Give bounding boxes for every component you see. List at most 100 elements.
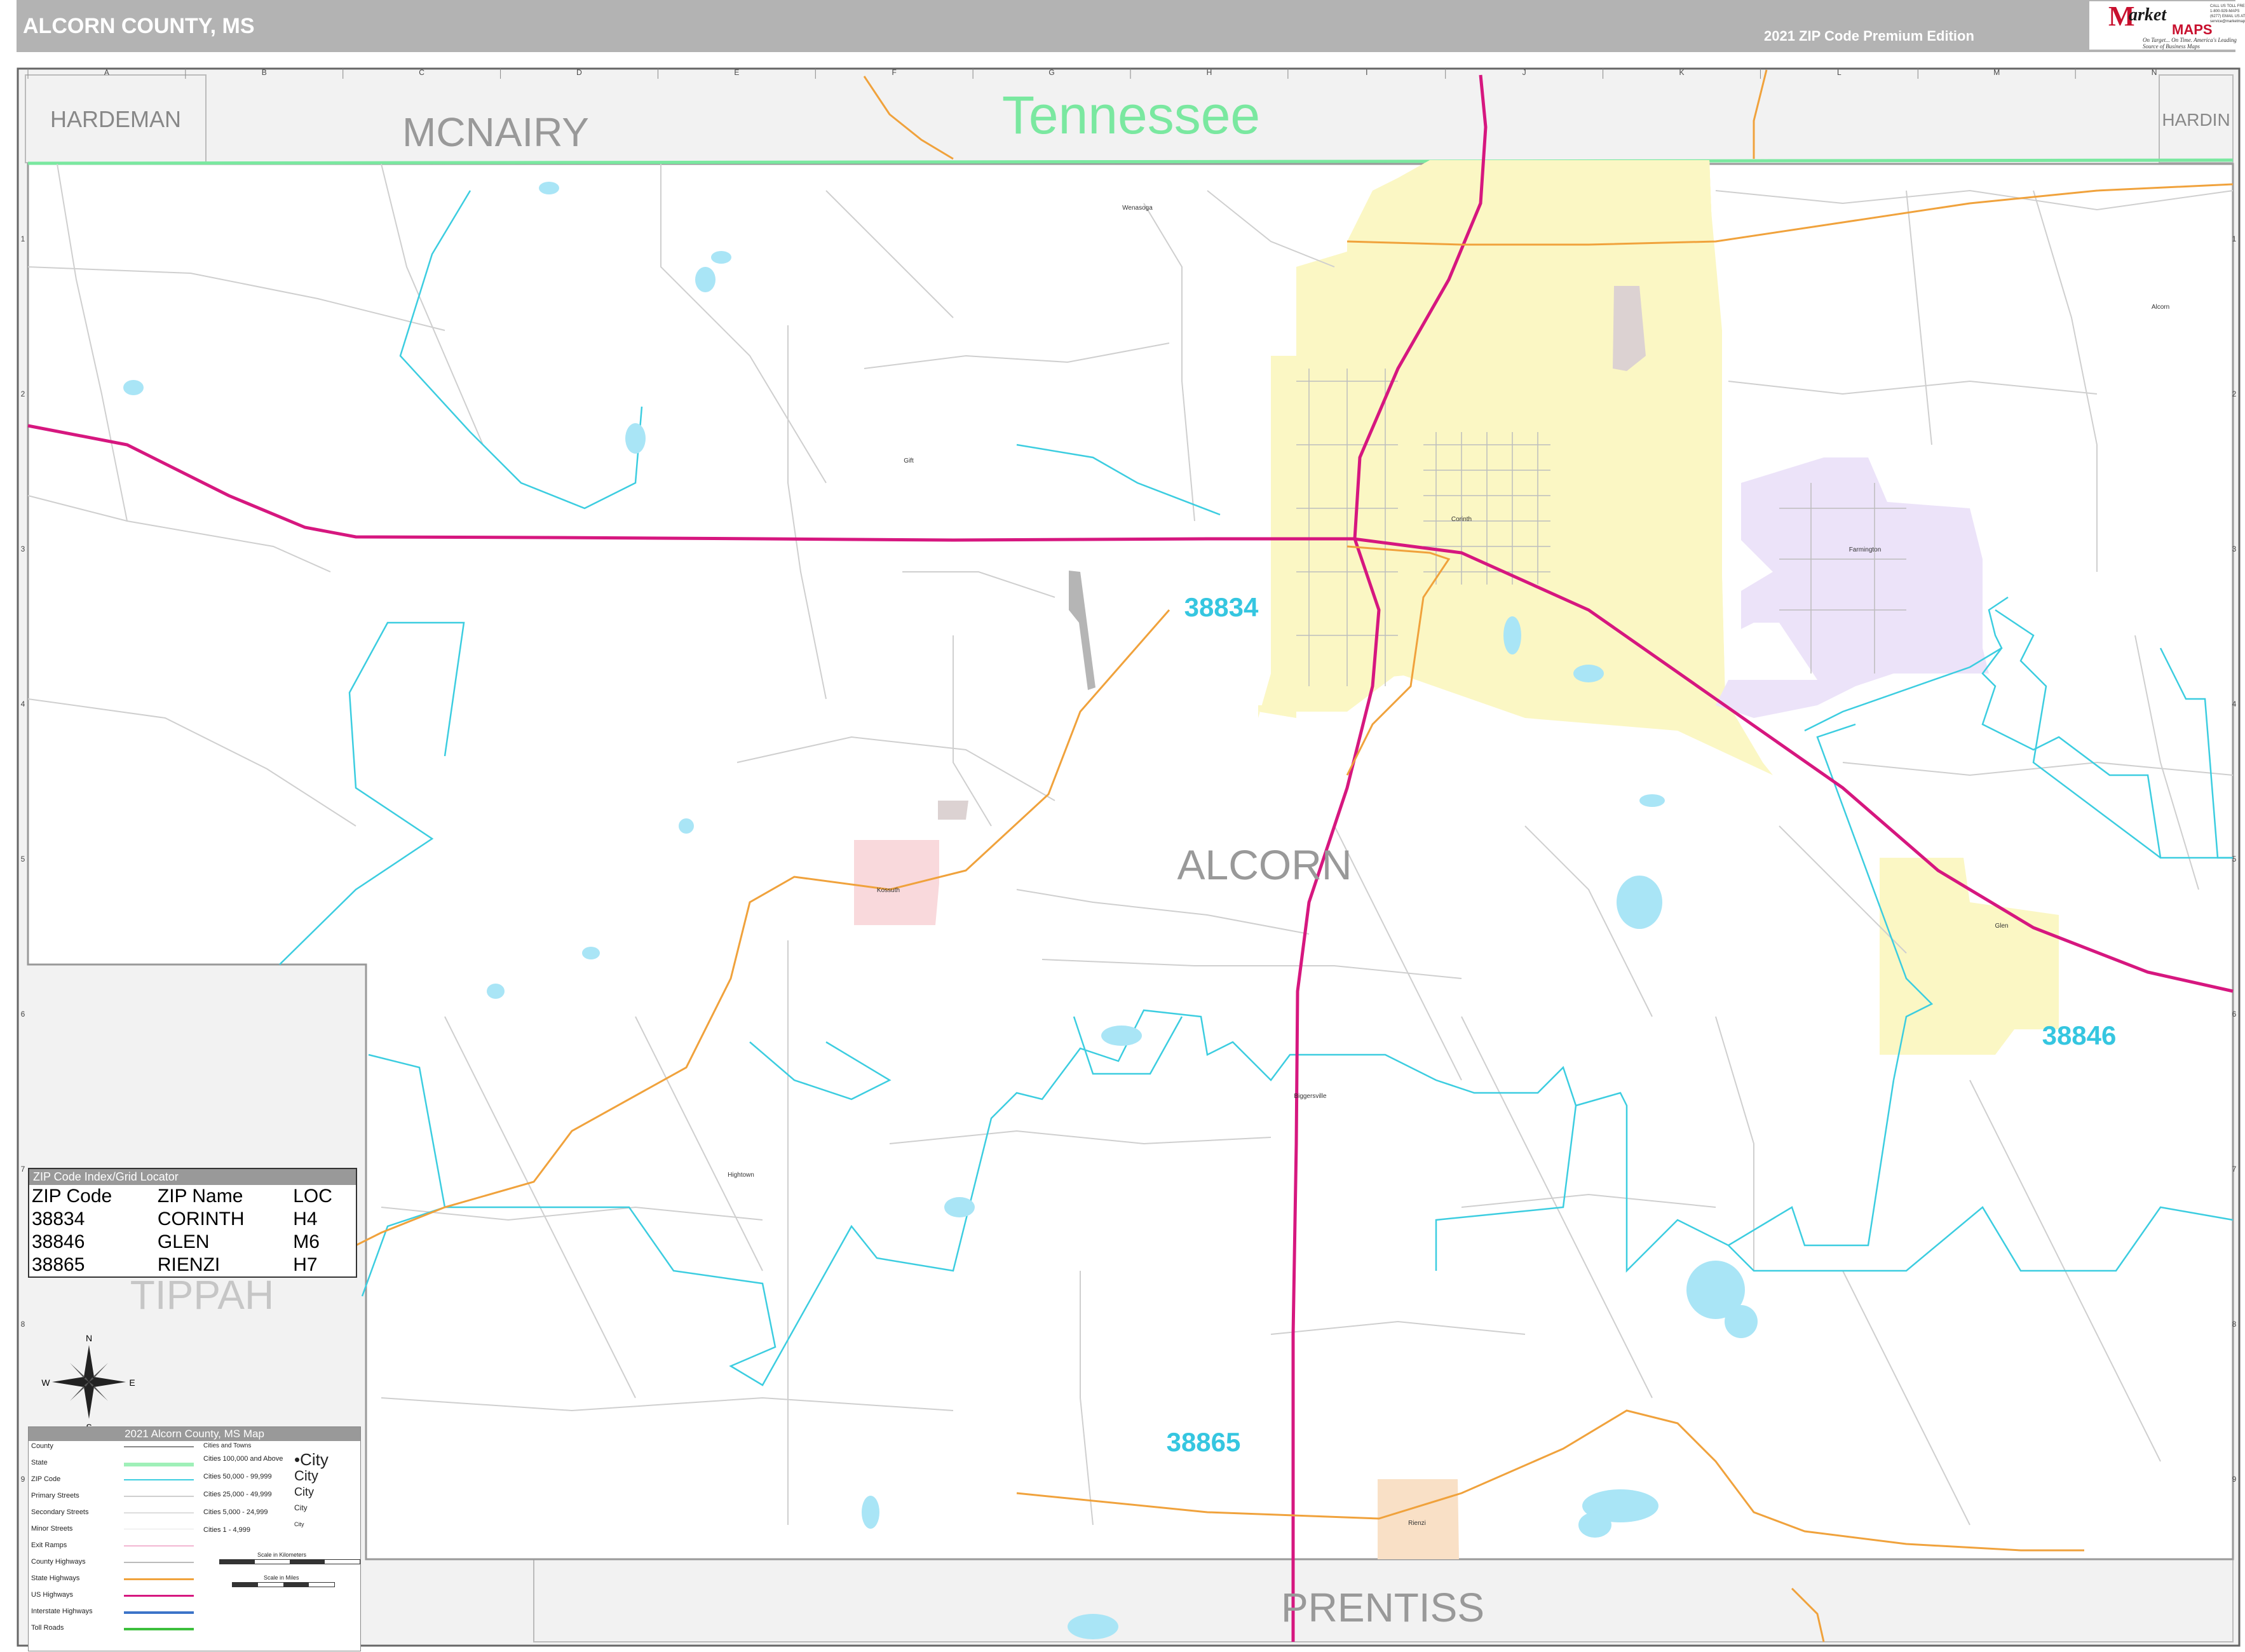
table-row[interactable]: 38834 CORINTH H4 — [29, 1208, 356, 1231]
grid-row-label: 4 — [2232, 700, 2237, 708]
grid-row-label: 6 — [21, 1010, 25, 1019]
legend-swatch — [124, 1479, 194, 1480]
legend-city-sample: •City — [294, 1450, 329, 1469]
place-label-biggersville[interactable]: Biggersville — [1294, 1093, 1327, 1100]
grid-row-label: 5 — [2232, 855, 2237, 863]
legend-scale-bar-mi — [232, 1582, 335, 1587]
grid-row-label: 7 — [21, 1165, 25, 1174]
grid-col-label: D — [576, 68, 582, 77]
grid-row-label: 5 — [21, 855, 25, 863]
grid-row-label: 6 — [2232, 1010, 2237, 1019]
legend-swatch — [124, 1446, 194, 1447]
rienzi-area — [1378, 1479, 1459, 1559]
legend-swatch — [124, 1496, 194, 1497]
table-row[interactable]: 38865 RIENZI H7 — [29, 1254, 356, 1276]
legend-swatch — [124, 1463, 194, 1466]
place-label-alcorn[interactable]: Alcorn — [2152, 304, 2169, 311]
compass-e: E — [129, 1378, 135, 1388]
grid-row-label: 8 — [2232, 1320, 2237, 1329]
zip-index-header-name: ZIP Name — [157, 1186, 243, 1207]
legend-city-class: Cities 5,000 - 24,999 — [203, 1508, 268, 1516]
legend-item: Toll Roads — [31, 1624, 64, 1632]
golf-club-area — [938, 801, 968, 820]
zip-index-title: ZIP Code Index/Grid Locator — [29, 1169, 356, 1185]
legend-item: Interstate Highways — [31, 1608, 93, 1615]
legend-city-sample: City — [294, 1486, 314, 1498]
neighbor-label-prentiss: PRENTISS — [1281, 1585, 1484, 1630]
legend-title: 2021 Alcorn County, MS Map — [29, 1427, 360, 1441]
legend-city-class: Cities 25,000 - 49,999 — [203, 1491, 272, 1498]
legend-item: Secondary Streets — [31, 1508, 89, 1516]
legend-city-sample: City — [294, 1468, 318, 1484]
grid-row-label: 2 — [2232, 389, 2237, 398]
grid-col-label: K — [1679, 68, 1684, 77]
legend-item: State — [31, 1459, 48, 1466]
grid-col-label: F — [892, 68, 897, 77]
map-legend: 2021 Alcorn County, MS Map County State ZI… — [28, 1426, 361, 1651]
place-label-rienzi[interactable]: Rienzi — [1408, 1520, 1426, 1527]
grid-col-label: E — [734, 68, 739, 77]
place-label-glen[interactable]: Glen — [1995, 923, 2008, 930]
legend-item: State Highways — [31, 1574, 80, 1582]
legend-item: County — [31, 1442, 53, 1450]
place-label-wenasoga[interactable]: Wenasoga — [1122, 205, 1153, 212]
zip-index-header-row: ZIP Code ZIP Name LOC — [29, 1185, 356, 1208]
legend-city-class: Cities 1 - 4,999 — [203, 1526, 250, 1534]
legend-swatch — [124, 1512, 194, 1513]
zip-label-38846: 38846 — [2042, 1020, 2117, 1050]
legend-item: ZIP Code — [31, 1475, 61, 1483]
grid-col-label: N — [2152, 68, 2157, 77]
legend-swatch — [124, 1545, 194, 1547]
grid-col-label: I — [1366, 68, 1367, 77]
place-label-gift[interactable]: Gift — [904, 457, 914, 464]
legend-swatch — [124, 1628, 194, 1630]
zip-name-cell: CORINTH — [157, 1209, 245, 1229]
grid-col-label: A — [104, 68, 109, 77]
legend-item: US Highways — [31, 1591, 74, 1599]
compass-n: N — [86, 1333, 92, 1343]
grid-col-label: L — [1837, 68, 1841, 77]
state-label: Tennessee — [1002, 85, 1260, 145]
county-label: ALCORN — [1177, 841, 1352, 888]
zip-code-cell: 38834 — [32, 1209, 85, 1229]
grid-col-label: G — [1048, 68, 1054, 77]
legend-swatch — [124, 1562, 194, 1563]
place-label-corinth[interactable]: Corinth — [1451, 516, 1472, 523]
legend-item: Primary Streets — [31, 1492, 79, 1500]
zip-index-header-loc: LOC — [293, 1186, 332, 1207]
zip-index-table: ZIP Code ZIP Name LOC 38834 CORINTH H4 3… — [29, 1185, 356, 1276]
legend-city-class: Cities 100,000 and Above — [203, 1455, 283, 1463]
legend-swatch — [124, 1578, 194, 1580]
grid-row-label: 3 — [21, 545, 25, 553]
grid-row-label: 8 — [21, 1320, 25, 1329]
legend-scale-km: Scale in Kilometers — [257, 1552, 307, 1558]
grid-col-label: B — [262, 68, 267, 77]
place-label-kossuth[interactable]: Kossuth — [877, 887, 900, 894]
place-label-hightown[interactable]: Hightown — [728, 1172, 754, 1179]
legend-swatch — [124, 1611, 194, 1614]
grid-row-label: 1 — [2232, 234, 2237, 243]
zip-index-header-zip: ZIP Code — [32, 1186, 112, 1207]
place-label-farmington[interactable]: Farmington — [1849, 546, 1882, 553]
neighbor-label-tippah: TIPPAH — [130, 1272, 274, 1318]
zip-loc-cell: M6 — [293, 1231, 320, 1252]
legend-scale-mi: Scale in Miles — [264, 1574, 299, 1581]
grid-row-label: 9 — [21, 1475, 25, 1484]
zip-name-cell: GLEN — [157, 1231, 210, 1252]
legend-scale-bar-km — [219, 1559, 360, 1564]
zip-name-cell: RIENZI — [157, 1254, 220, 1275]
grid-col-label: H — [1207, 68, 1212, 77]
legend-cities-title: Cities and Towns — [203, 1442, 252, 1449]
county-map[interactable]: A B C D E F G H I J K L M N 1 1 2 2 3 3 4 4 5 5 6 6 7 7 8 8 9 9 — [0, 0, 2245, 1652]
legend-swatch — [124, 1595, 194, 1597]
grid-row-label: 2 — [21, 389, 25, 398]
legend-city-class: Cities 50,000 - 99,999 — [203, 1473, 272, 1480]
grid-col-label: M — [1993, 68, 2000, 77]
grid-col-label: C — [419, 68, 424, 77]
zip-loc-cell: H4 — [293, 1209, 318, 1229]
neighbor-label-hardin: HARDIN — [2162, 110, 2230, 130]
table-row[interactable]: 38846 GLEN M6 — [29, 1231, 356, 1254]
zip-code-cell: 38865 — [32, 1254, 85, 1275]
legend-item: Exit Ramps — [31, 1541, 67, 1549]
zip-loc-cell: H7 — [293, 1254, 318, 1275]
